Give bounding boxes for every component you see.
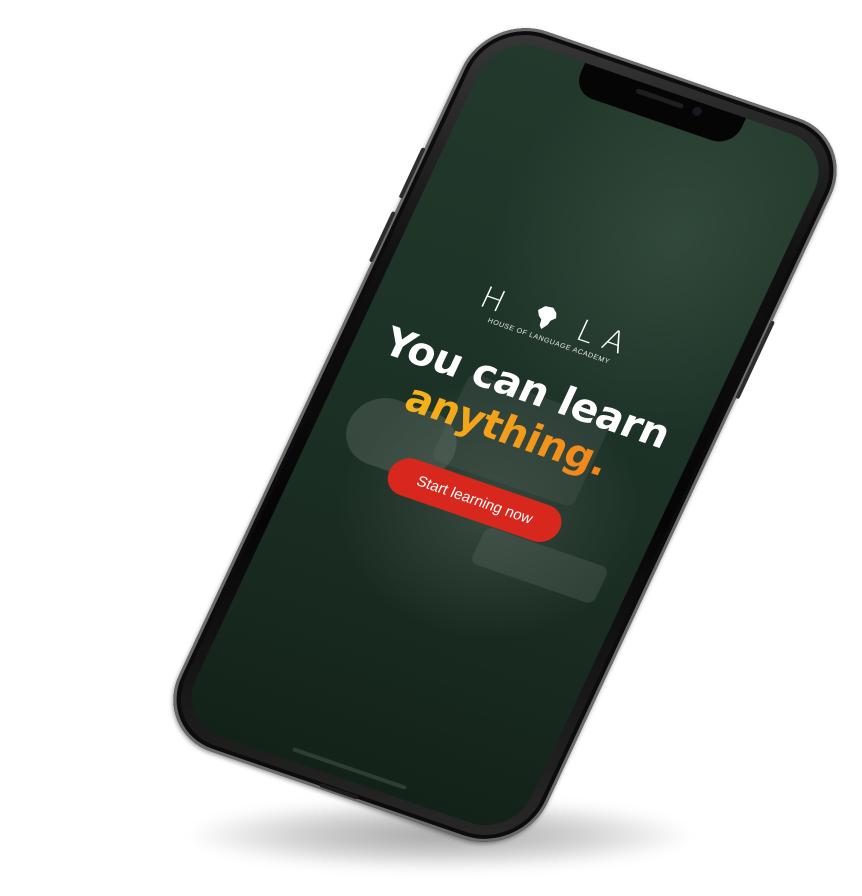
device-notch bbox=[571, 61, 747, 148]
phone-wrapper: H LA HOUSE OF LANGUAGE ACADEMY You can l… bbox=[0, 0, 862, 896]
volume-button bbox=[398, 147, 426, 199]
mockup-stage: H LA HOUSE OF LANGUAGE ACADEMY You can l… bbox=[0, 0, 862, 896]
hero-headline: You can learn anything. bbox=[329, 310, 705, 510]
home-indicator bbox=[291, 747, 408, 790]
charging-port bbox=[319, 782, 359, 800]
volume-button bbox=[368, 211, 396, 263]
phone-device: H LA HOUSE OF LANGUAGE ACADEMY You can l… bbox=[152, 11, 858, 859]
app-screen: H LA HOUSE OF LANGUAGE ACADEMY You can l… bbox=[176, 32, 834, 838]
earpiece-speaker bbox=[635, 88, 685, 109]
front-camera-icon bbox=[690, 105, 704, 117]
hero-content: H LA HOUSE OF LANGUAGE ACADEMY You can l… bbox=[298, 251, 732, 576]
start-learning-button[interactable]: Start learning now bbox=[380, 452, 569, 548]
africa-map-icon bbox=[538, 306, 557, 330]
